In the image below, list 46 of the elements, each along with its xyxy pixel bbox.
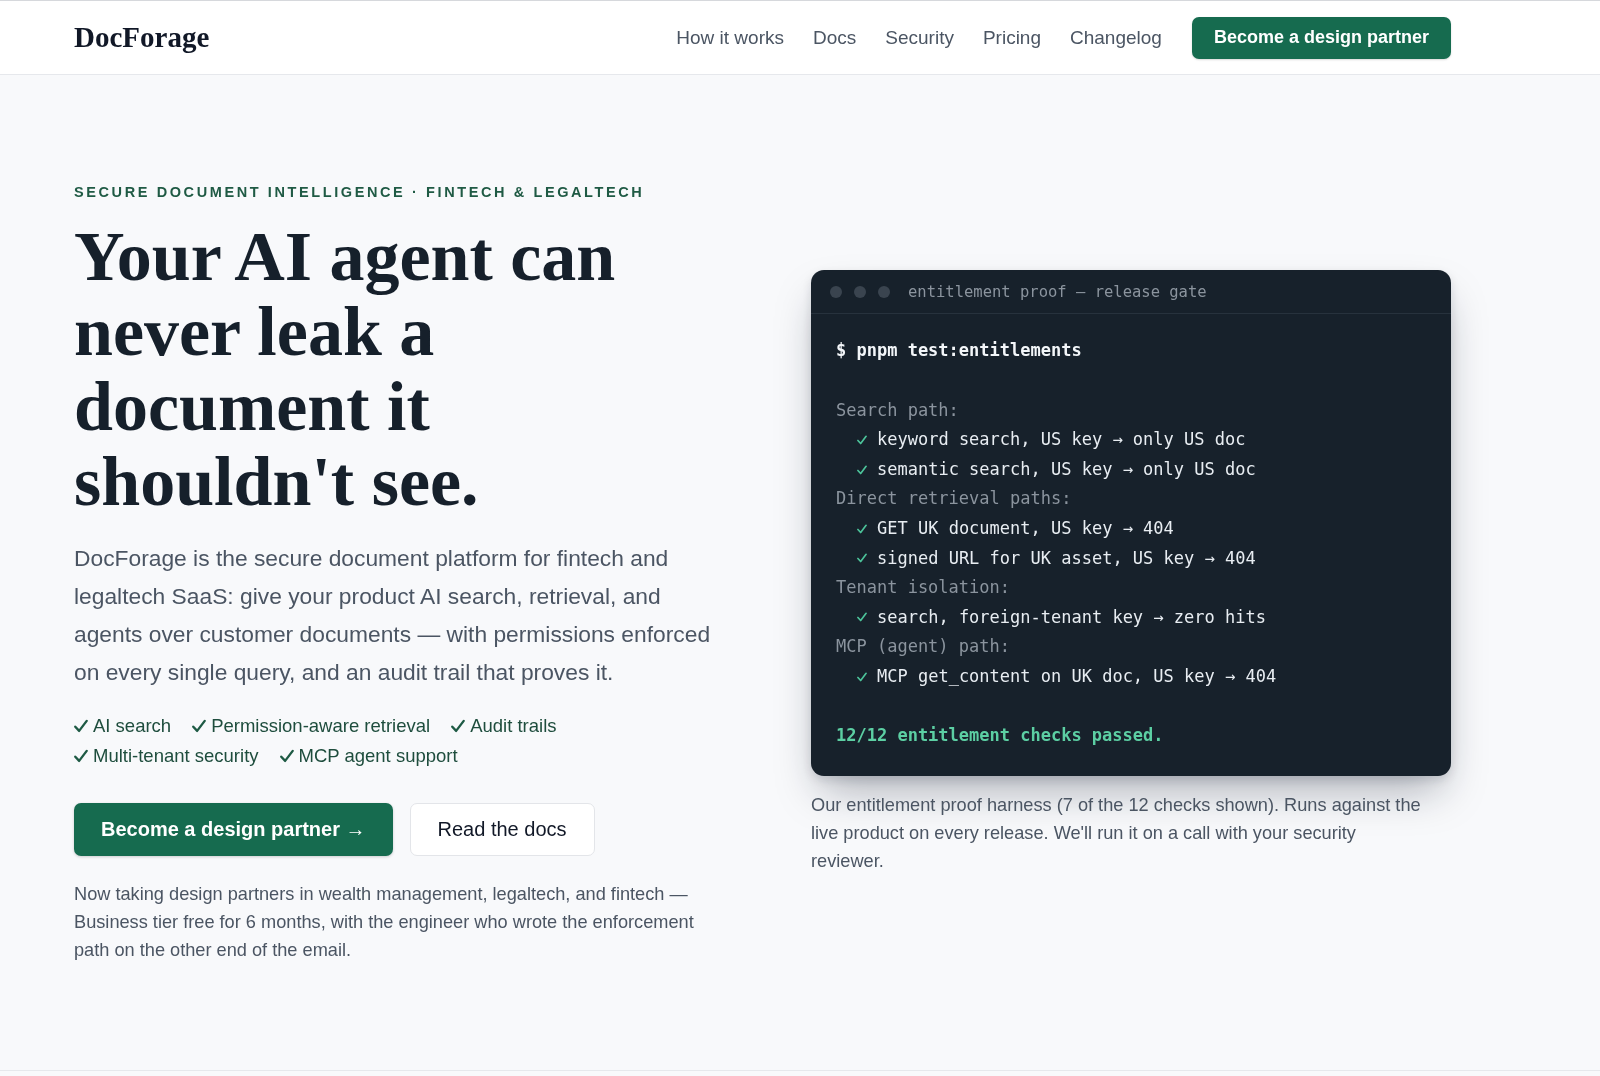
terminal-line: GET UK document, US key → 404 bbox=[877, 516, 1174, 540]
check-icon bbox=[857, 434, 867, 445]
terminal-title: entitlement proof — release gate bbox=[908, 282, 1207, 301]
terminal-heading: Tenant isolation: bbox=[836, 576, 1011, 600]
check-icon bbox=[857, 671, 867, 682]
nav-link[interactable]: Docs bbox=[813, 26, 857, 49]
nav-link[interactable]: Security bbox=[885, 26, 954, 49]
dot-icon bbox=[854, 285, 866, 298]
check-icon bbox=[451, 718, 466, 733]
hero-description: DocForage is the secure document platform for fintech and legaltech SaaS: give your product AI search, retrieval, and agents over customer documents — with permissions enforced on every single query, and an audit trail that proves it. bbox=[74, 543, 712, 687]
check-icon bbox=[857, 464, 867, 475]
terminal-line: semantic search, US key → only US doc bbox=[877, 457, 1256, 481]
terminal-heading: Direct retrieval paths: bbox=[836, 487, 1073, 511]
terminal-summary: 12/12 entitlement checks passed. bbox=[836, 724, 1165, 748]
check-icon bbox=[74, 718, 88, 733]
logo[interactable]: DocForage bbox=[74, 21, 210, 54]
feature-label: AI search bbox=[93, 713, 172, 738]
secondary-button[interactable]: Read the docs bbox=[409, 802, 595, 856]
nav-link[interactable]: Pricing bbox=[982, 26, 1041, 49]
cta-button[interactable]: Become a design partner bbox=[1191, 16, 1451, 59]
terminal-heading: MCP (agent) path: bbox=[836, 635, 1011, 659]
terminal-caption: Our entitlement proof harness (7 of the 12 checks shown). Runs against the live product on every release. We'll run it on a call with your security reviewer. bbox=[811, 793, 1422, 873]
hero-title: Your AI agent can never leak a document it shouldn't see. bbox=[74, 218, 617, 519]
feature-label: Audit trails bbox=[470, 713, 557, 738]
feature-label: Permission-aware retrieval bbox=[211, 713, 431, 738]
feature-label: MCP agent support bbox=[298, 743, 458, 768]
check-icon bbox=[74, 748, 88, 763]
dot-icon bbox=[878, 285, 890, 298]
check-icon bbox=[857, 553, 867, 564]
terminal-line: search, foreign-tenant key → zero hits bbox=[877, 605, 1266, 629]
terminal-line: keyword search, US key → only US doc bbox=[877, 428, 1246, 452]
eyebrow-text: SECURE DOCUMENT INTELLIGENCE · FINTECH & LEGALTECH bbox=[74, 182, 646, 202]
check-icon bbox=[192, 718, 207, 733]
feature-label: Multi-tenant security bbox=[93, 743, 259, 768]
terminal-line: signed URL for UK asset, US key → 404 bbox=[877, 546, 1256, 570]
check-icon bbox=[279, 748, 294, 763]
hero-note: Now taking design partners in wealth management, legaltech, and fintech — Business tier free for 6 months, with the engineer who wrote the enforcement path on the other end of the email. bbox=[74, 882, 695, 962]
dot-icon bbox=[830, 285, 842, 298]
nav-link[interactable]: How it works bbox=[676, 26, 784, 49]
nav-link[interactable]: Changelog bbox=[1070, 26, 1162, 49]
check-icon bbox=[857, 523, 867, 534]
terminal-command: $ pnpm test:entitlements bbox=[836, 339, 1083, 363]
terminal-heading: Search path: bbox=[836, 398, 960, 422]
terminal-line: MCP get_content on UK doc, US key → 404 bbox=[877, 664, 1277, 688]
primary-button[interactable]: Become a design partner → bbox=[74, 802, 393, 856]
check-icon bbox=[857, 612, 867, 623]
